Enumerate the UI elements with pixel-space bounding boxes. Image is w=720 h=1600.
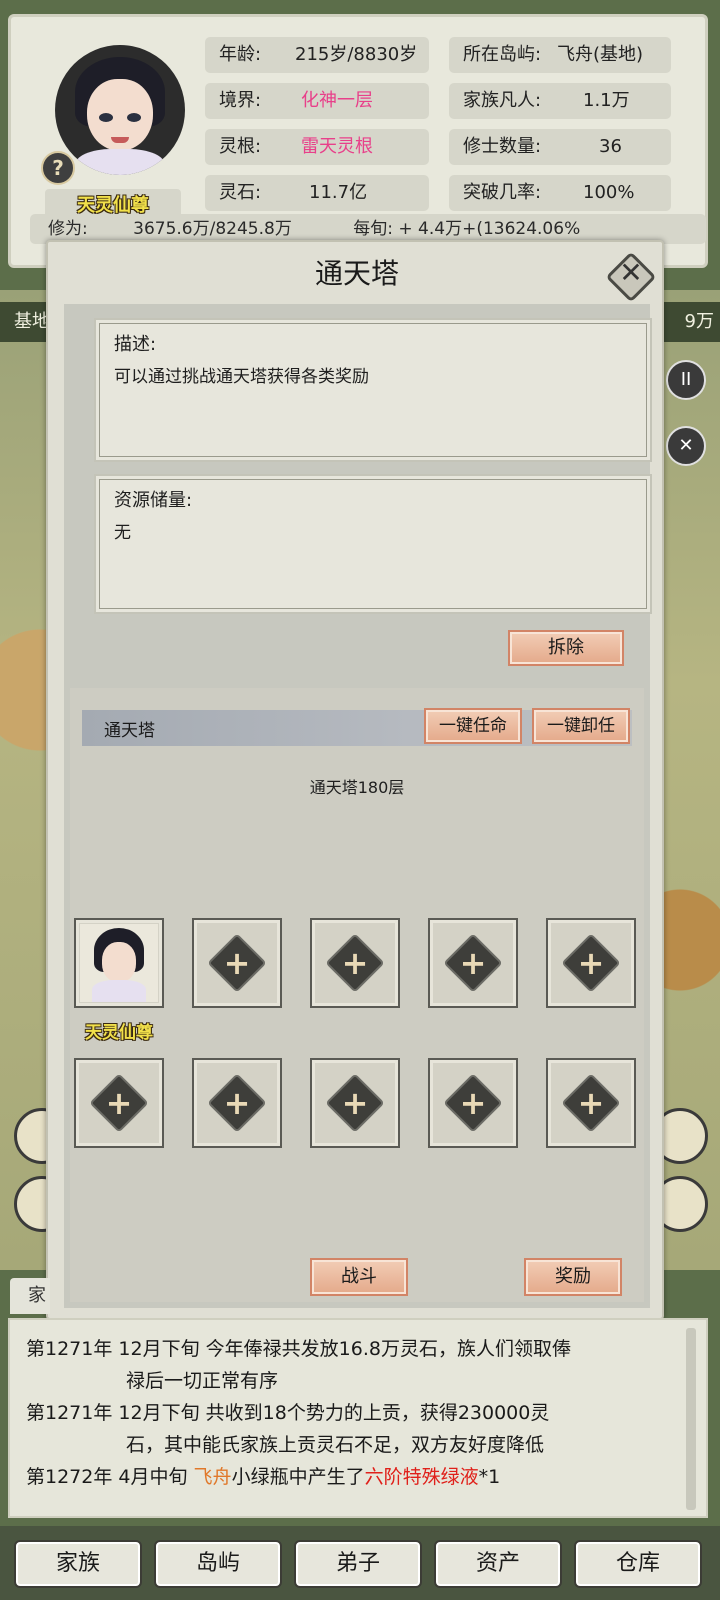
tower-dialog: 通天塔 ✕ 描述: 可以通过挑战通天塔获得各类奖励 资源储量: 无 拆除 通天塔… bbox=[46, 240, 664, 1320]
reward-button[interactable]: 奖励 bbox=[524, 1258, 622, 1296]
description-label: 描述: bbox=[114, 334, 157, 355]
nav-assets[interactable]: 资产 bbox=[434, 1540, 562, 1588]
add-icon: + bbox=[341, 1084, 369, 1122]
stat-spirit-stones: 灵石: 11.7亿 bbox=[205, 175, 429, 211]
slot-8[interactable]: + bbox=[310, 1058, 400, 1148]
log-entry-continued: 石，其中能氏家族上贡灵石不足，双方友好度降低 bbox=[126, 1434, 545, 1456]
add-icon: + bbox=[459, 1084, 487, 1122]
slot-4[interactable]: + bbox=[428, 918, 518, 1008]
log-entry: 第1271年 12月下旬 今年俸禄共发放16.8万灵石，族人们领取俸 bbox=[26, 1338, 571, 1360]
pause-icon[interactable]: II bbox=[666, 360, 706, 400]
add-icon: + bbox=[577, 944, 605, 982]
event-log: 第1271年 12月下旬 今年俸禄共发放16.8万灵石，族人们领取俸 禄后一切正… bbox=[8, 1318, 708, 1518]
slot-1-name: 天灵仙尊 bbox=[85, 1023, 153, 1043]
dialog-title: 通天塔 bbox=[314, 257, 399, 290]
stat-breakthrough: 突破几率: 100% bbox=[449, 175, 671, 211]
log-entry-continued: 禄后一切正常有序 bbox=[126, 1370, 279, 1392]
nav-warehouse[interactable]: 仓库 bbox=[574, 1540, 702, 1588]
stat-spirit-root: 灵根: 雷天灵根 bbox=[205, 129, 429, 165]
log-entry: 第1271年 12月下旬 共收到18个势力的上贡，获得230000灵 bbox=[26, 1402, 550, 1424]
resources-box: 资源储量: 无 bbox=[94, 474, 652, 614]
slot-6[interactable]: + bbox=[74, 1058, 164, 1148]
tower-floor: 通天塔180层 bbox=[309, 778, 405, 797]
slot-1[interactable] bbox=[74, 918, 164, 1008]
log-scrollbar[interactable] bbox=[686, 1328, 696, 1510]
resources-label: 资源储量: bbox=[114, 490, 193, 511]
add-icon: + bbox=[223, 1084, 251, 1122]
stat-age: 年龄: 215岁/8830岁 bbox=[205, 37, 429, 73]
add-icon: + bbox=[577, 1084, 605, 1122]
dialog-body: 描述: 可以通过挑战通天塔获得各类奖励 资源储量: 无 拆除 通天塔 一键任命 … bbox=[64, 304, 652, 1308]
add-icon: + bbox=[105, 1084, 133, 1122]
stat-cultivators: 修士数量: 36 bbox=[449, 129, 671, 165]
add-icon: + bbox=[341, 944, 369, 982]
demolish-button[interactable]: 拆除 bbox=[508, 630, 624, 666]
appoint-all-button[interactable]: 一键任命 bbox=[424, 708, 522, 744]
slot-2[interactable]: + bbox=[192, 918, 282, 1008]
stat-mortals: 家族凡人: 1.1万 bbox=[449, 83, 671, 119]
nav-family[interactable]: 家族 bbox=[14, 1540, 142, 1588]
slot-5[interactable]: + bbox=[546, 918, 636, 1008]
log-entry: 第1272年 4月中旬 飞舟小绿瓶中产生了六阶特殊绿液*1 bbox=[26, 1466, 501, 1488]
slot-7[interactable]: + bbox=[192, 1058, 282, 1148]
close-button[interactable]: ✕ bbox=[605, 251, 657, 303]
add-icon: + bbox=[459, 944, 487, 982]
description-text: 可以通过挑战通天塔获得各类奖励 bbox=[114, 367, 369, 387]
stat-island: 所在岛屿: 飞舟(基地) bbox=[449, 37, 671, 73]
assigned-avatar bbox=[80, 924, 158, 1002]
resource-readout: 9万 bbox=[660, 302, 720, 342]
dismiss-all-button[interactable]: 一键卸任 bbox=[532, 708, 630, 744]
character-avatar[interactable] bbox=[55, 45, 185, 175]
slot-9[interactable]: + bbox=[428, 1058, 518, 1148]
section-title: 通天塔 bbox=[104, 721, 155, 741]
stat-realm: 境界: 化神一层 bbox=[205, 83, 429, 119]
bottom-nav: 家族 岛屿 弟子 资产 仓库 bbox=[0, 1526, 720, 1600]
slot-10[interactable]: + bbox=[546, 1058, 636, 1148]
nav-disciples[interactable]: 弟子 bbox=[294, 1540, 422, 1588]
battle-button[interactable]: 战斗 bbox=[310, 1258, 408, 1296]
add-icon: + bbox=[223, 944, 251, 982]
description-box: 描述: 可以通过挑战通天塔获得各类奖励 bbox=[94, 318, 652, 462]
resources-text: 无 bbox=[114, 523, 131, 543]
help-icon[interactable]: ? bbox=[41, 151, 75, 185]
map-close-icon[interactable]: ✕ bbox=[666, 426, 706, 466]
nav-islands[interactable]: 岛屿 bbox=[154, 1540, 282, 1588]
slot-3[interactable]: + bbox=[310, 918, 400, 1008]
log-tab[interactable]: 家 bbox=[10, 1278, 50, 1314]
close-icon: ✕ bbox=[619, 256, 643, 289]
